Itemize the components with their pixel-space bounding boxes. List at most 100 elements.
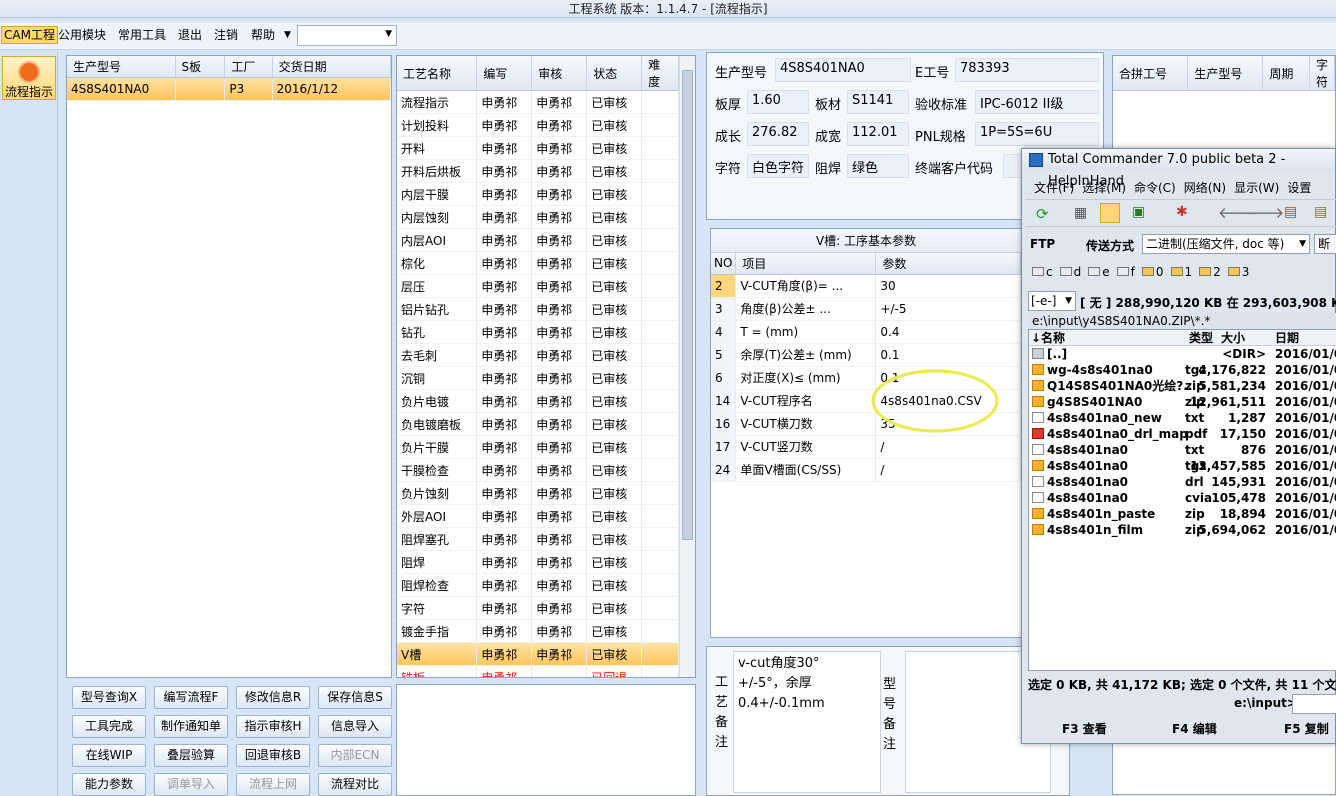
rollback-review-button[interactable]: 回退审核B [236,744,310,767]
flow-compare-button[interactable]: 流程对比 [318,773,392,796]
transfer-mode-select[interactable]: 二进制(压缩文件, doc 等) ▼ [1142,234,1310,254]
table-row[interactable]: 内层AOI 申勇祁 申勇祁 已审核 [397,228,679,252]
menu-cam[interactable]: CAM工程 [1,26,58,44]
table-row[interactable]: 4T = (mm) 0.4 [711,320,1021,344]
col-item[interactable]: 项目 [735,253,877,275]
process-scrollbar[interactable] [679,56,695,677]
table-row[interactable]: 镀金手指 申勇祁 申勇祁 已审核 [397,619,679,643]
file-row[interactable]: [..] <DIR> 2016/01/0 [1029,346,1336,362]
table-row[interactable]: 5 余厚(T)公差± (mm) 0.1 [711,343,1021,367]
tc-menu-item[interactable]: 文件(F) [1034,181,1074,195]
total-commander-window[interactable]: Total Commander 7.0 public beta 2 - Help… [1021,148,1336,744]
drive-button[interactable]: c [1032,265,1053,279]
table-row[interactable]: 干膜检查 申勇祁 申勇祁 已审核 [397,458,679,482]
tree-view-icon[interactable] [1100,203,1120,223]
menu-public-modules[interactable]: 公用模块 [58,27,106,43]
drive-button[interactable]: d [1059,265,1081,279]
table-row[interactable]: 开料 申勇祁 申勇祁 已审核 [397,136,679,160]
col-model[interactable]: 生产型号 [67,56,176,78]
table-row[interactable]: 负片蚀刻 申勇祁 申勇祁 已审核 [397,481,679,505]
stack-calc-button[interactable]: 叠层验算 [154,744,228,767]
thumbnail-view-icon[interactable]: ▦ [1074,205,1087,221]
table-row[interactable]: 去毛刺 申勇祁 申勇祁 已审核 [397,343,679,367]
file-row[interactable]: 4s8s401na0 drl 145,931 2016/01/0 [1029,474,1336,490]
table-row[interactable]: 铣板 申勇祁 已回退 [397,665,679,677]
file-row[interactable]: Q14S8S401NA0光绘?.. zip 5,581,234 2016/01/0 [1029,378,1336,394]
image-view-icon[interactable]: ▣ [1132,204,1145,220]
table-row[interactable]: 沉铜 申勇祁 申勇祁 已审核 [397,366,679,390]
drive-button[interactable]: f [1116,265,1135,279]
file-row[interactable]: wg-4s8s401na0 tgz 4,176,822 2016/01/0 [1029,362,1336,378]
make-notice-button[interactable]: 制作通知单 [154,715,228,738]
tc-menu-item[interactable]: 选择(M) [1082,181,1126,195]
col-reviewer[interactable]: 审核 [531,56,588,91]
col-cycle[interactable]: 周期 [1262,56,1310,91]
pack-icon[interactable]: ▤ [1284,204,1297,220]
col-difficulty[interactable]: 难度 [641,56,679,91]
col-s-board[interactable]: S板 [175,56,226,78]
file-row[interactable]: g4S8S401NA0 zip 12,961,511 2016/01/0 [1029,394,1336,410]
f5-copy-button[interactable]: F5 复制 [1284,720,1329,737]
file-row[interactable]: 4s8s401n_film zip 5,694,062 2016/01/0 [1029,522,1336,538]
file-row[interactable]: 4s8s401na0 txt 876 2016/01/0 [1029,442,1336,458]
file-row[interactable]: 4s8s401n_paste zip 18,894 2016/01/0 [1029,506,1336,522]
process-remark-text[interactable]: v-cut角度30°+/-5°，余厚0.4+/-0.1mm [733,651,881,793]
f3-view-button[interactable]: F3 查看 [1062,720,1107,737]
table-row[interactable]: 钻孔 申勇祁 申勇祁 已审核 [397,320,679,344]
tc-menu-item[interactable]: 设置 [1287,181,1311,195]
unpack-icon[interactable]: ▤ [1314,204,1327,220]
col-delivery-date[interactable]: 交货日期 [272,56,392,78]
table-row[interactable]: 3 角度(β)公差± ... +/-5 [711,297,1021,321]
col-type[interactable]: 类型 [1189,330,1213,346]
internal-ecn-button[interactable]: 内部ECN [318,744,392,767]
table-row[interactable]: 阻焊塞孔 申勇祁 申勇祁 已审核 [397,527,679,551]
menu-help[interactable]: 帮助 [251,27,275,43]
edit-flow-button[interactable]: 编写流程F [154,686,228,709]
instruction-review-button[interactable]: 指示审核H [236,715,310,738]
save-info-button[interactable]: 保存信息S [318,686,392,709]
capability-params-button[interactable]: 能力参数 [72,773,146,796]
drive-button[interactable]: 1 [1170,265,1192,279]
tc-menu-item[interactable]: 命令(C) [1134,181,1176,195]
table-row[interactable]: 负片干膜 申勇祁 申勇祁 已审核 [397,435,679,459]
table-row[interactable]: V槽 申勇祁 申勇祁 已审核 [397,642,679,666]
command-line-input[interactable] [1292,694,1336,714]
col-name[interactable]: ↓名称 [1031,330,1065,346]
col-process-name[interactable]: 工艺名称 [397,56,478,91]
f4-edit-button[interactable]: F4 编辑 [1172,720,1217,737]
current-path[interactable]: e:\input\y4S8S401NA0.ZIP\*.* [1028,313,1336,329]
chevron-down-icon[interactable]: ▼ [284,27,291,43]
menu-combo-box[interactable]: ▼ [297,25,397,46]
col-status[interactable]: 状态 [586,56,643,91]
table-row[interactable]: 外层AOI 申勇祁 申勇祁 已审核 [397,504,679,528]
table-row[interactable]: 阻焊检查 申勇祁 申勇祁 已审核 [397,573,679,597]
nav-process-button[interactable]: 流程指示 [2,56,56,100]
notes-box[interactable] [396,684,696,796]
drive-combo[interactable]: [-e-] ▼ [1028,291,1076,311]
drive-button[interactable]: 2 [1199,265,1221,279]
table-row[interactable]: 阻焊 申勇祁 申勇祁 已审核 [397,550,679,574]
tc-title-bar[interactable]: Total Commander 7.0 public beta 2 - Help… [1022,149,1335,189]
table-row[interactable]: 铝片钻孔 申勇祁 申勇祁 已审核 [397,297,679,321]
table-row[interactable]: 字符 申勇祁 申勇祁 已审核 [397,596,679,620]
col-author[interactable]: 编写 [476,56,533,91]
col-legend[interactable]: 字符 [1309,56,1336,91]
col-factory[interactable]: 工厂 [224,56,273,78]
menu-exit[interactable]: 退出 [178,27,202,43]
transfer-import-button[interactable]: 调单导入 [154,773,228,796]
disconnect-button[interactable]: 断 [1314,234,1336,254]
tc-menu-item[interactable]: 显示(W) [1234,181,1279,195]
drive-button[interactable]: 3 [1227,265,1249,279]
table-row[interactable]: 4S8S401NA0 P3 2016/1/12 [67,77,392,101]
table-row[interactable]: 流程指示 申勇祁 申勇祁 已审核 [397,90,679,114]
col-no[interactable]: NO [711,253,737,275]
modify-info-button[interactable]: 修改信息R [236,686,310,709]
forward-icon[interactable]: 🡒 [1244,203,1284,222]
file-row[interactable]: 4s8s401na0_drl_map pdf 17,150 2016/01/0 [1029,426,1336,442]
table-row[interactable]: 负片电镀 申勇祁 申勇祁 已审核 [397,389,679,413]
col-merge-number[interactable]: 合拼工号 [1113,56,1189,91]
table-row[interactable]: 内层蚀刻 申勇祁 申勇祁 已审核 [397,205,679,229]
table-row[interactable]: 2 V-CUT角度(β)= ... 30 [711,274,1021,298]
table-row[interactable]: 24 单面V槽面(CS/SS) / [711,458,1021,482]
table-row[interactable]: 负电镀磨板 申勇祁 申勇祁 已审核 [397,412,679,436]
